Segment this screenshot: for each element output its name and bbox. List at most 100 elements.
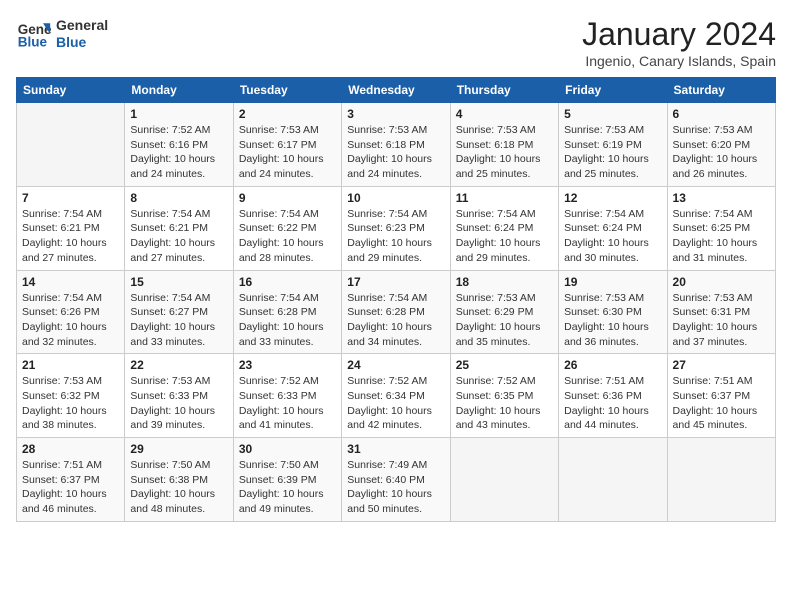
day-info: Sunrise: 7:53 AM Sunset: 6:20 PM Dayligh… — [673, 123, 770, 182]
calendar-cell: 16 Sunrise: 7:54 AM Sunset: 6:28 PM Dayli… — [233, 270, 341, 354]
day-number: 28 — [22, 442, 119, 456]
weekday-header-row: SundayMondayTuesdayWednesdayThursdayFrid… — [17, 78, 776, 103]
week-row-4: 21 Sunrise: 7:53 AM Sunset: 6:32 PM Dayli… — [17, 354, 776, 438]
day-info: Sunrise: 7:52 AM Sunset: 6:34 PM Dayligh… — [347, 374, 444, 433]
day-number: 31 — [347, 442, 444, 456]
day-number: 15 — [130, 275, 227, 289]
day-number: 24 — [347, 358, 444, 372]
day-number: 19 — [564, 275, 661, 289]
calendar-table: SundayMondayTuesdayWednesdayThursdayFrid… — [16, 77, 776, 522]
location: Ingenio, Canary Islands, Spain — [582, 53, 776, 69]
weekday-header-thursday: Thursday — [450, 78, 558, 103]
day-info: Sunrise: 7:54 AM Sunset: 6:25 PM Dayligh… — [673, 207, 770, 266]
day-info: Sunrise: 7:54 AM Sunset: 6:26 PM Dayligh… — [22, 291, 119, 350]
calendar-cell — [667, 438, 775, 522]
day-info: Sunrise: 7:54 AM Sunset: 6:28 PM Dayligh… — [347, 291, 444, 350]
day-info: Sunrise: 7:53 AM Sunset: 6:17 PM Dayligh… — [239, 123, 336, 182]
weekday-header-tuesday: Tuesday — [233, 78, 341, 103]
calendar-cell — [17, 103, 125, 187]
calendar-cell: 2 Sunrise: 7:53 AM Sunset: 6:17 PM Daylig… — [233, 103, 341, 187]
title-block: January 2024 Ingenio, Canary Islands, Sp… — [582, 16, 776, 69]
day-info: Sunrise: 7:53 AM Sunset: 6:31 PM Dayligh… — [673, 291, 770, 350]
day-number: 6 — [673, 107, 770, 121]
calendar-cell: 11Sunrise: 7:54 AM Sunset: 6:24 PM Dayli… — [450, 186, 558, 270]
calendar-cell: 27Sunrise: 7:51 AM Sunset: 6:37 PM Dayli… — [667, 354, 775, 438]
calendar-cell: 3Sunrise: 7:53 AM Sunset: 6:18 PM Daylig… — [342, 103, 450, 187]
calendar-cell: 9 Sunrise: 7:54 AM Sunset: 6:22 PM Daylig… — [233, 186, 341, 270]
calendar-cell: 26Sunrise: 7:51 AM Sunset: 6:36 PM Dayli… — [559, 354, 667, 438]
calendar-cell: 31 Sunrise: 7:49 AM Sunset: 6:40 PM Dayli… — [342, 438, 450, 522]
day-number: 13 — [673, 191, 770, 205]
day-number: 9 — [239, 191, 336, 205]
day-number: 30 — [239, 442, 336, 456]
calendar-cell: 30 Sunrise: 7:50 AM Sunset: 6:39 PM Dayli… — [233, 438, 341, 522]
day-info: Sunrise: 7:53 AM Sunset: 6:32 PM Dayligh… — [22, 374, 119, 433]
day-number: 1 — [130, 107, 227, 121]
day-info: Sunrise: 7:54 AM Sunset: 6:28 PM Dayligh… — [239, 291, 336, 350]
week-row-5: 28 Sunrise: 7:51 AM Sunset: 6:37 PM Dayli… — [17, 438, 776, 522]
day-info: Sunrise: 7:53 AM Sunset: 6:33 PM Dayligh… — [130, 374, 227, 433]
week-row-2: 7Sunrise: 7:54 AM Sunset: 6:21 PM Daylig… — [17, 186, 776, 270]
calendar-cell: 22 Sunrise: 7:53 AM Sunset: 6:33 PM Dayli… — [125, 354, 233, 438]
calendar-cell: 24 Sunrise: 7:52 AM Sunset: 6:34 PM Dayli… — [342, 354, 450, 438]
day-info: Sunrise: 7:54 AM Sunset: 6:21 PM Dayligh… — [22, 207, 119, 266]
day-info: Sunrise: 7:52 AM Sunset: 6:35 PM Dayligh… — [456, 374, 553, 433]
day-info: Sunrise: 7:51 AM Sunset: 6:36 PM Dayligh… — [564, 374, 661, 433]
day-info: Sunrise: 7:53 AM Sunset: 6:19 PM Dayligh… — [564, 123, 661, 182]
calendar-cell: 6 Sunrise: 7:53 AM Sunset: 6:20 PM Daylig… — [667, 103, 775, 187]
calendar-cell: 28 Sunrise: 7:51 AM Sunset: 6:37 PM Dayli… — [17, 438, 125, 522]
day-info: Sunrise: 7:53 AM Sunset: 6:18 PM Dayligh… — [456, 123, 553, 182]
day-number: 2 — [239, 107, 336, 121]
day-number: 23 — [239, 358, 336, 372]
day-info: Sunrise: 7:53 AM Sunset: 6:30 PM Dayligh… — [564, 291, 661, 350]
calendar-cell: 17 Sunrise: 7:54 AM Sunset: 6:28 PM Dayli… — [342, 270, 450, 354]
week-row-3: 14 Sunrise: 7:54 AM Sunset: 6:26 PM Dayli… — [17, 270, 776, 354]
day-number: 16 — [239, 275, 336, 289]
day-info: Sunrise: 7:52 AM Sunset: 6:33 PM Dayligh… — [239, 374, 336, 433]
day-number: 25 — [456, 358, 553, 372]
day-info: Sunrise: 7:54 AM Sunset: 6:22 PM Dayligh… — [239, 207, 336, 266]
day-number: 14 — [22, 275, 119, 289]
week-row-1: 1 Sunrise: 7:52 AM Sunset: 6:16 PM Daylig… — [17, 103, 776, 187]
svg-text:Blue: Blue — [18, 35, 48, 50]
day-number: 29 — [130, 442, 227, 456]
weekday-header-friday: Friday — [559, 78, 667, 103]
day-info: Sunrise: 7:51 AM Sunset: 6:37 PM Dayligh… — [22, 458, 119, 517]
calendar-cell: 18 Sunrise: 7:53 AM Sunset: 6:29 PM Dayli… — [450, 270, 558, 354]
day-info: Sunrise: 7:53 AM Sunset: 6:18 PM Dayligh… — [347, 123, 444, 182]
day-number: 11 — [456, 191, 553, 205]
logo-line1: General — [56, 17, 108, 34]
day-info: Sunrise: 7:54 AM Sunset: 6:23 PM Dayligh… — [347, 207, 444, 266]
weekday-header-wednesday: Wednesday — [342, 78, 450, 103]
day-number: 22 — [130, 358, 227, 372]
day-info: Sunrise: 7:54 AM Sunset: 6:27 PM Dayligh… — [130, 291, 227, 350]
day-number: 17 — [347, 275, 444, 289]
calendar-cell: 12Sunrise: 7:54 AM Sunset: 6:24 PM Dayli… — [559, 186, 667, 270]
logo-line2: Blue — [56, 34, 108, 51]
calendar-cell: 13 Sunrise: 7:54 AM Sunset: 6:25 PM Dayli… — [667, 186, 775, 270]
calendar-cell: 4 Sunrise: 7:53 AM Sunset: 6:18 PM Daylig… — [450, 103, 558, 187]
day-number: 4 — [456, 107, 553, 121]
page-header: General Blue General Blue January 2024 I… — [16, 16, 776, 69]
calendar-cell: 25 Sunrise: 7:52 AM Sunset: 6:35 PM Dayli… — [450, 354, 558, 438]
weekday-header-saturday: Saturday — [667, 78, 775, 103]
day-info: Sunrise: 7:49 AM Sunset: 6:40 PM Dayligh… — [347, 458, 444, 517]
day-number: 21 — [22, 358, 119, 372]
logo: General Blue General Blue — [16, 16, 108, 52]
calendar-cell: 5Sunrise: 7:53 AM Sunset: 6:19 PM Daylig… — [559, 103, 667, 187]
day-info: Sunrise: 7:50 AM Sunset: 6:39 PM Dayligh… — [239, 458, 336, 517]
calendar-cell: 29Sunrise: 7:50 AM Sunset: 6:38 PM Dayli… — [125, 438, 233, 522]
calendar-cell: 10Sunrise: 7:54 AM Sunset: 6:23 PM Dayli… — [342, 186, 450, 270]
calendar-cell — [450, 438, 558, 522]
day-info: Sunrise: 7:54 AM Sunset: 6:24 PM Dayligh… — [564, 207, 661, 266]
calendar-cell: 7Sunrise: 7:54 AM Sunset: 6:21 PM Daylig… — [17, 186, 125, 270]
day-info: Sunrise: 7:52 AM Sunset: 6:16 PM Dayligh… — [130, 123, 227, 182]
calendar-cell: 23 Sunrise: 7:52 AM Sunset: 6:33 PM Dayli… — [233, 354, 341, 438]
day-number: 20 — [673, 275, 770, 289]
calendar-cell: 20 Sunrise: 7:53 AM Sunset: 6:31 PM Dayli… — [667, 270, 775, 354]
weekday-header-monday: Monday — [125, 78, 233, 103]
day-info: Sunrise: 7:51 AM Sunset: 6:37 PM Dayligh… — [673, 374, 770, 433]
day-info: Sunrise: 7:53 AM Sunset: 6:29 PM Dayligh… — [456, 291, 553, 350]
day-number: 18 — [456, 275, 553, 289]
logo-icon: General Blue — [16, 16, 52, 52]
